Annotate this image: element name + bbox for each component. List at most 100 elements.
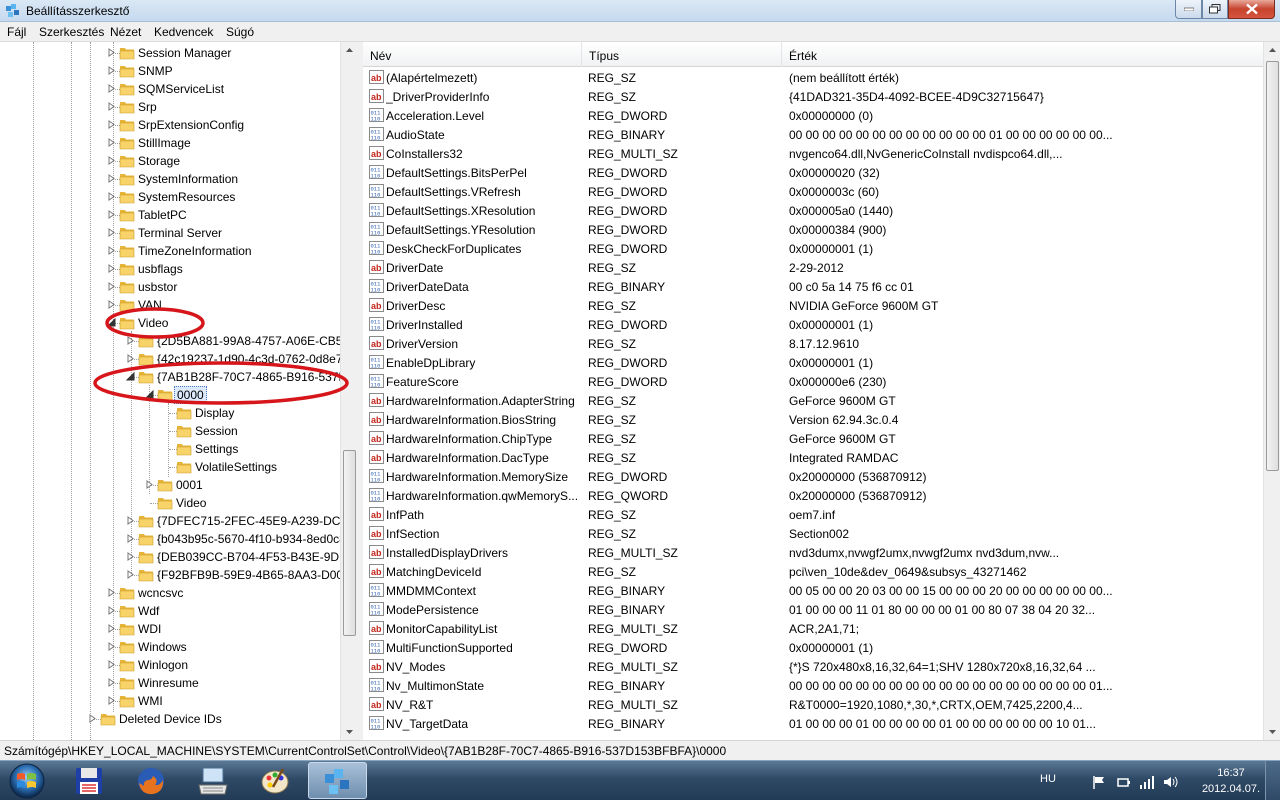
- list-row[interactable]: ab MatchingDeviceId REG_SZ pci\ven_10de&dev…: [363, 562, 1263, 581]
- show-desktop-button[interactable]: [1265, 761, 1280, 800]
- collapsed-arrow-icon[interactable]: [126, 552, 135, 561]
- collapsed-arrow-icon[interactable]: [107, 84, 116, 93]
- collapsed-arrow-icon[interactable]: [107, 282, 116, 291]
- list-row[interactable]: ab NV_R&T REG_MULTI_SZ R&T0000=1920,1080,*,…: [363, 695, 1263, 714]
- list-scroll-thumb[interactable]: [1266, 61, 1279, 471]
- taskbar-app-paint[interactable]: [246, 762, 305, 799]
- list-row[interactable]: ab NV_Modes REG_MULTI_SZ {*}S 720x480x8,16,…: [363, 657, 1263, 676]
- collapsed-arrow-icon[interactable]: [107, 48, 116, 57]
- list-row[interactable]: 011 110 MMDMMContext REG_BINARY 00 05 00 00 …: [363, 581, 1263, 600]
- taskbar-app-keyboard[interactable]: [184, 762, 243, 799]
- collapsed-arrow-icon[interactable]: [107, 66, 116, 75]
- tree-scrollbar[interactable]: [340, 42, 357, 740]
- list-row[interactable]: 011 110 DefaultSettings.BitsPerPel REG_DWOR…: [363, 163, 1263, 182]
- maximize-button[interactable]: [1202, 0, 1228, 19]
- taskbar-app-save[interactable]: [60, 762, 119, 799]
- column-type[interactable]: Típus: [582, 42, 782, 67]
- taskbar-app-firefox[interactable]: [122, 762, 181, 799]
- expanded-arrow-icon[interactable]: [145, 390, 154, 399]
- list-row[interactable]: 011 110 NV_TargetData REG_BINARY 01 00 00 00…: [363, 714, 1263, 733]
- collapsed-arrow-icon[interactable]: [107, 696, 116, 705]
- start-button[interactable]: [5, 763, 49, 799]
- collapsed-arrow-icon[interactable]: [107, 156, 116, 165]
- expanded-arrow-icon[interactable]: [126, 372, 135, 381]
- collapsed-arrow-icon[interactable]: [126, 570, 135, 579]
- list-row[interactable]: ab DriverDesc REG_SZ NVIDIA GeForce 9600M G…: [363, 296, 1263, 315]
- collapsed-arrow-icon[interactable]: [107, 606, 116, 615]
- scroll-down-icon[interactable]: [341, 723, 358, 740]
- menu-favorites[interactable]: Kedvencek: [154, 25, 213, 39]
- list-row[interactable]: 011 110 HardwareInformation.qwMemoryS... RE…: [363, 486, 1263, 505]
- volume-icon[interactable]: [1162, 774, 1178, 790]
- collapsed-arrow-icon[interactable]: [145, 480, 154, 489]
- list-row[interactable]: 011 110 EnableDpLibrary REG_DWORD 0x00000001…: [363, 353, 1263, 372]
- collapsed-arrow-icon[interactable]: [107, 624, 116, 633]
- list-row[interactable]: ab HardwareInformation.ChipType REG_SZ GeFo…: [363, 429, 1263, 448]
- list-row[interactable]: ab CoInstallers32 REG_MULTI_SZ nvgenco64.dl…: [363, 144, 1263, 163]
- scroll-up-icon[interactable]: [1264, 42, 1280, 59]
- power-icon[interactable]: [1116, 774, 1132, 790]
- collapsed-arrow-icon[interactable]: [107, 300, 116, 309]
- collapsed-arrow-icon[interactable]: [126, 354, 135, 363]
- collapsed-arrow-icon[interactable]: [107, 102, 116, 111]
- menu-help[interactable]: Súgó: [226, 25, 254, 39]
- list-row[interactable]: 011 110 FeatureScore REG_DWORD 0x000000e6 (2…: [363, 372, 1263, 391]
- collapsed-arrow-icon[interactable]: [126, 534, 135, 543]
- list-row[interactable]: 011 110 DeskCheckForDuplicates REG_DWORD 0x0…: [363, 239, 1263, 258]
- collapsed-arrow-icon[interactable]: [107, 228, 116, 237]
- collapsed-arrow-icon[interactable]: [107, 678, 116, 687]
- list-row[interactable]: ab DriverDate REG_SZ 2-29-2012: [363, 258, 1263, 277]
- list-row[interactable]: 011 110 DefaultSettings.XResolution REG_DWO…: [363, 201, 1263, 220]
- collapsed-arrow-icon[interactable]: [88, 714, 97, 723]
- list-row[interactable]: ab InstalledDisplayDrivers REG_MULTI_SZ nvd…: [363, 543, 1263, 562]
- list-row[interactable]: 011 110 Nv_MultimonState REG_BINARY 00 00 00…: [363, 676, 1263, 695]
- list-row[interactable]: 011 110 DriverInstalled REG_DWORD 0x00000001…: [363, 315, 1263, 334]
- collapsed-arrow-icon[interactable]: [107, 174, 116, 183]
- menu-file[interactable]: Fájl: [7, 25, 26, 39]
- list-row[interactable]: 011 110 MultiFunctionSupported REG_DWORD 0x0…: [363, 638, 1263, 657]
- scroll-up-icon[interactable]: [341, 42, 358, 59]
- collapsed-arrow-icon[interactable]: [126, 336, 135, 345]
- column-value[interactable]: Érték: [782, 42, 1263, 67]
- network-icon[interactable]: [1139, 774, 1155, 790]
- expanded-arrow-icon[interactable]: [107, 318, 116, 327]
- collapsed-arrow-icon[interactable]: [107, 246, 116, 255]
- list-row[interactable]: 011 110 DefaultSettings.VRefresh REG_DWORD 0…: [363, 182, 1263, 201]
- collapsed-arrow-icon[interactable]: [107, 660, 116, 669]
- list-row[interactable]: ab HardwareInformation.DacType REG_SZ Integ…: [363, 448, 1263, 467]
- clock-date[interactable]: 2012.04.07.: [1198, 783, 1264, 795]
- taskbar-app-regedit[interactable]: [308, 762, 367, 799]
- collapsed-arrow-icon[interactable]: [107, 210, 116, 219]
- flag-icon[interactable]: [1091, 774, 1107, 790]
- collapsed-arrow-icon[interactable]: [107, 264, 116, 273]
- list-row[interactable]: ab HardwareInformation.BiosString REG_SZ Ve…: [363, 410, 1263, 429]
- list-row[interactable]: ab InfSection REG_SZ Section002: [363, 524, 1263, 543]
- list-row[interactable]: ab HardwareInformation.AdapterString REG_S…: [363, 391, 1263, 410]
- collapsed-arrow-icon[interactable]: [107, 192, 116, 201]
- list-row[interactable]: 011 110 HardwareInformation.MemorySize REG_…: [363, 467, 1263, 486]
- collapsed-arrow-icon[interactable]: [107, 588, 116, 597]
- column-name[interactable]: Név: [363, 42, 582, 67]
- list-row[interactable]: ab _DriverProviderInfo REG_SZ {41DAD321-35D…: [363, 87, 1263, 106]
- collapsed-arrow-icon[interactable]: [107, 120, 116, 129]
- list-row[interactable]: 011 110 AudioState REG_BINARY 00 00 00 00 00…: [363, 125, 1263, 144]
- collapsed-arrow-icon[interactable]: [107, 642, 116, 651]
- minimize-button[interactable]: [1175, 0, 1202, 19]
- list-row[interactable]: 011 110 ModePersistence REG_BINARY 01 00 00 …: [363, 600, 1263, 619]
- close-button[interactable]: [1228, 0, 1275, 19]
- list-row[interactable]: 011 110 Acceleration.Level REG_DWORD 0x00000…: [363, 106, 1263, 125]
- list-row[interactable]: ab DriverVersion REG_SZ 8.17.12.9610: [363, 334, 1263, 353]
- list-row[interactable]: 011 110 DriverDateData REG_BINARY 00 c0 5a 1…: [363, 277, 1263, 296]
- clock-time[interactable]: 16:37: [1208, 767, 1254, 779]
- language-indicator[interactable]: HU: [1040, 773, 1056, 785]
- list-row[interactable]: ab InfPath REG_SZ oem7.inf: [363, 505, 1263, 524]
- menu-view[interactable]: Nézet: [110, 25, 141, 39]
- list-row[interactable]: ab (Alapértelmezett) REG_SZ (nem beállított…: [363, 68, 1263, 87]
- collapsed-arrow-icon[interactable]: [107, 138, 116, 147]
- menu-edit[interactable]: Szerkesztés: [39, 25, 104, 39]
- tree-scroll-thumb[interactable]: [343, 450, 356, 636]
- list-scrollbar[interactable]: [1263, 42, 1280, 740]
- list-row[interactable]: 011 110 DefaultSettings.YResolution REG_DWO…: [363, 220, 1263, 239]
- collapsed-arrow-icon[interactable]: [126, 516, 135, 525]
- list-row[interactable]: ab MonitorCapabilityList REG_MULTI_SZ ACR,2…: [363, 619, 1263, 638]
